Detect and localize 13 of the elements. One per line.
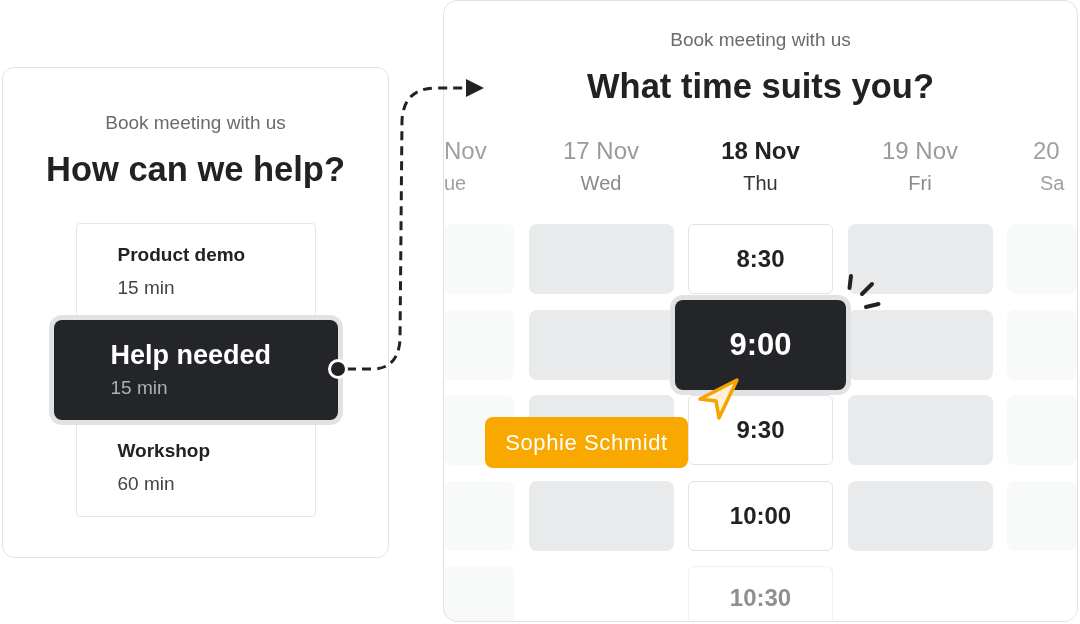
heading: How can we help? [45,149,345,189]
time-slot-button[interactable]: 9:30 [688,395,833,465]
sparkle-lines-icon [847,273,881,310]
day-tab[interactable]: 18 Nov Thu [688,137,833,195]
cursor-arrow-icon [696,377,740,421]
time-slot-button[interactable]: 8:30 [688,224,833,294]
subtitle-text: Book meeting with us [670,28,851,52]
meeting-type-option[interactable]: Product demo 15 min [76,224,315,320]
meeting-type-option[interactable]: Workshop 60 min [76,420,315,516]
subtitle-text: Book meeting with us [105,111,286,135]
heading: What time suits you? [587,66,934,106]
user-name-tooltip: Sophie Schmidt [485,417,688,468]
time-slot-button[interactable]: 10:00 [688,480,833,551]
